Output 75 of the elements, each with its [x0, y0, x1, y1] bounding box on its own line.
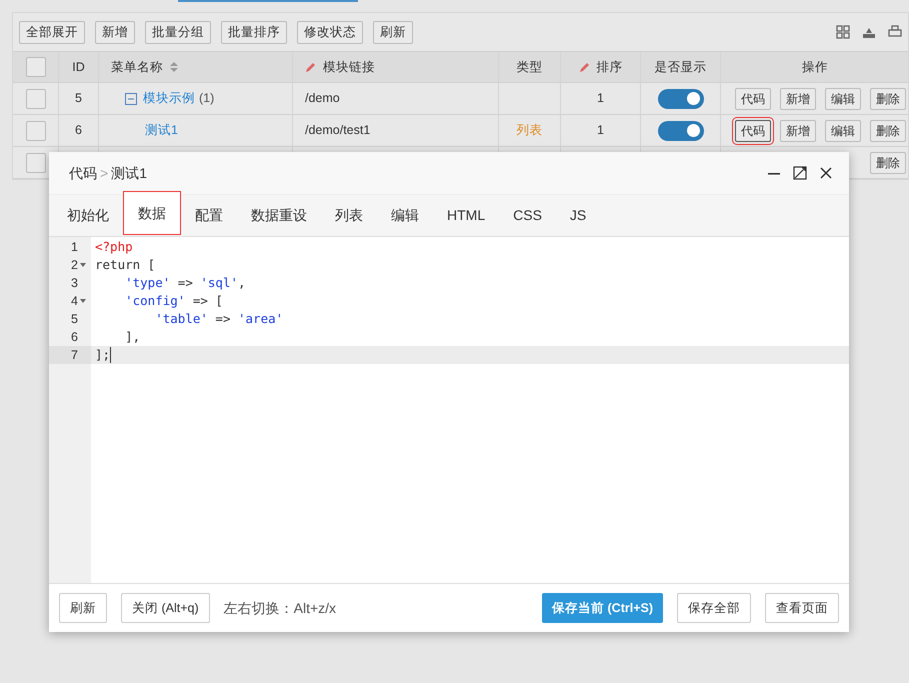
grid-icon[interactable] [836, 25, 850, 39]
toolbar-button[interactable]: 刷新 [373, 20, 413, 44]
toolbar-button[interactable]: 批量分组 [145, 20, 211, 44]
type-label: 列表 [516, 122, 542, 140]
action-button[interactable]: 新增 [780, 120, 816, 142]
editor-tab[interactable]: JS [556, 194, 600, 236]
column-header[interactable]: 菜单名称 [111, 58, 163, 76]
table-cell-text: 5 [75, 90, 82, 108]
row-checkbox[interactable] [26, 88, 46, 108]
visibility-toggle[interactable] [658, 88, 704, 108]
editor-tab[interactable]: 数据 [123, 191, 181, 235]
line-number: 2 [71, 256, 78, 274]
action-button[interactable]: 删除 [870, 152, 906, 174]
footer-button[interactable]: 保存全部 [677, 593, 751, 623]
column-header[interactable]: 模块链接 [323, 58, 375, 76]
action-button[interactable]: 删除 [870, 88, 906, 110]
footer-button[interactable]: 关闭 (Alt+q) [121, 593, 210, 623]
action-button[interactable]: 编辑 [825, 88, 861, 110]
column-header[interactable]: 操作 [802, 58, 828, 76]
editor-tab[interactable]: 数据重设 [237, 194, 321, 236]
row-checkbox[interactable] [26, 152, 46, 172]
line-number: 3 [71, 274, 78, 292]
print-icon[interactable] [888, 25, 902, 39]
breadcrumb-item[interactable]: 代码 [69, 162, 97, 184]
breadcrumb-item: 测试1 [111, 164, 147, 182]
shortcut-hint: 左右切换：Alt+z/x [224, 598, 336, 618]
line-number: 5 [71, 310, 78, 328]
action-button[interactable]: 删除 [870, 120, 906, 142]
code-line: 'config' => [ [124, 292, 224, 310]
item-count: (1) [199, 90, 214, 108]
table-cell-text: 6 [75, 122, 82, 140]
column-header[interactable]: 是否显示 [654, 58, 706, 76]
line-number: 4 [71, 292, 78, 310]
row-checkbox[interactable] [26, 120, 46, 140]
fold-icon[interactable] [80, 262, 86, 268]
toolbar-button[interactable]: 批量排序 [221, 20, 287, 44]
fold-icon[interactable] [80, 298, 86, 304]
editor-tab[interactable]: 初始化 [53, 194, 123, 236]
text-cursor [110, 347, 112, 363]
editor-tab[interactable]: 列表 [321, 194, 377, 236]
maximize-icon[interactable] [793, 166, 807, 180]
row-checkbox[interactable] [26, 57, 46, 77]
code-line: <?php [94, 238, 134, 256]
toolbar-button[interactable]: 新增 [95, 20, 135, 44]
pencil-icon [578, 61, 590, 73]
action-button[interactable]: 代码 [735, 88, 771, 110]
line-number: 7 [71, 346, 78, 364]
column-header[interactable]: 排序 [596, 58, 622, 76]
column-header[interactable]: ID [72, 58, 85, 76]
table-cell-text: 1 [597, 90, 604, 108]
breadcrumb-separator: > [100, 164, 108, 182]
visibility-toggle[interactable] [658, 120, 704, 140]
table-cell-text: /demo [305, 90, 340, 108]
toolbar-button[interactable]: 全部展开 [19, 20, 85, 44]
action-button[interactable]: 新增 [780, 88, 816, 110]
editor-tab[interactable]: CSS [499, 194, 556, 236]
line-number: 1 [71, 238, 78, 256]
code-line: ], [124, 328, 142, 346]
footer-button[interactable]: 刷新 [59, 593, 107, 623]
pencil-icon [305, 61, 317, 73]
code-line: 'table' => 'area' [154, 310, 284, 328]
column-header[interactable]: 类型 [516, 58, 542, 76]
table-cell-text: 1 [597, 122, 604, 140]
close-icon[interactable] [819, 166, 833, 180]
action-button[interactable]: 编辑 [825, 120, 861, 142]
toolbar-button[interactable]: 修改状态 [297, 20, 363, 44]
table-cell-text: /demo/test1 [305, 122, 370, 140]
code-line: return [ [94, 256, 156, 274]
editor-tab[interactable]: 编辑 [377, 194, 433, 236]
editor-tab[interactable]: 配置 [181, 194, 237, 236]
editor-tab[interactable]: HTML [433, 194, 500, 236]
footer-button[interactable]: 查看页面 [765, 593, 839, 623]
code-line: 'type' => 'sql', [124, 274, 247, 292]
line-number: 6 [71, 328, 78, 346]
collapse-icon[interactable] [125, 92, 137, 104]
